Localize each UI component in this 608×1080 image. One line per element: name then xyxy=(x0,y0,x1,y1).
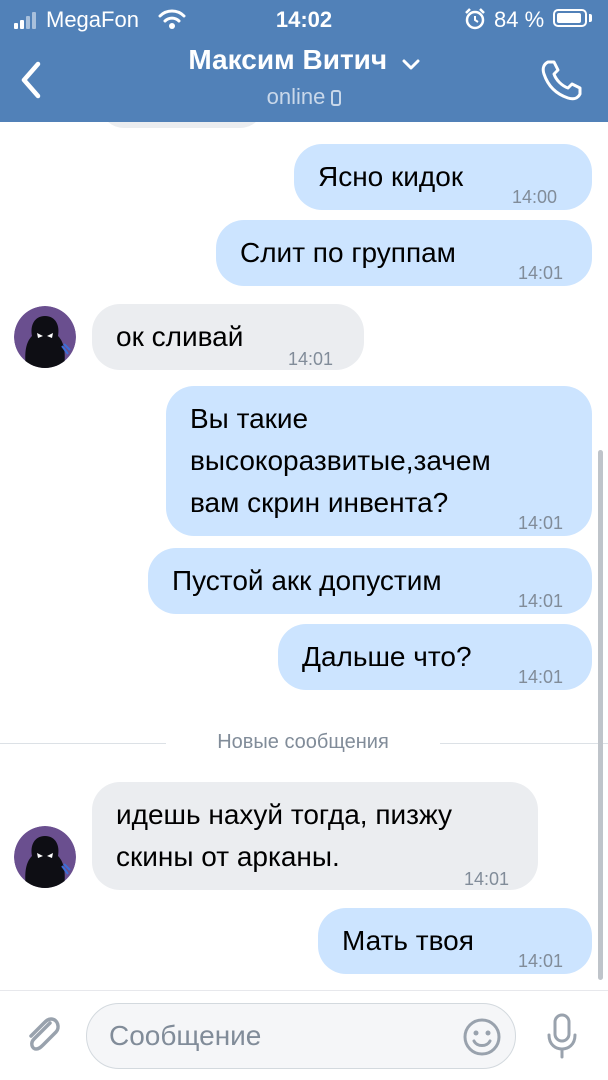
message-input[interactable]: Сообщение xyxy=(86,1003,516,1069)
message-text: Пустой акк допустим xyxy=(172,565,442,596)
alarm-icon xyxy=(465,8,485,30)
battery-percent: 84 % xyxy=(494,7,545,32)
outgoing-message[interactable]: Мать твоя 14:01 xyxy=(318,908,592,974)
message-text: Ясно кидок xyxy=(318,161,464,192)
composer: Сообщение xyxy=(0,990,608,1080)
header: MegaFon 14:02 84 % Максим Витич online xyxy=(0,0,608,122)
phone-icon xyxy=(331,90,342,106)
chevron-down-icon xyxy=(402,59,420,70)
online-status: online xyxy=(0,84,608,110)
outgoing-message[interactable]: Вы такие высокоразвитые,зачем вам скрин … xyxy=(166,386,592,536)
outgoing-message[interactable]: Слит по группам 14:01 xyxy=(216,220,592,286)
message-text: Слит по группам xyxy=(240,237,456,268)
message-time: 14:01 xyxy=(518,263,564,283)
scrollbar[interactable] xyxy=(598,450,603,980)
outgoing-message[interactable]: Пустой акк допустим 14:01 xyxy=(148,548,592,614)
previous-message-partial xyxy=(100,122,264,128)
incoming-message[interactable]: ок сливай 14:01 xyxy=(92,304,364,370)
mic-icon[interactable] xyxy=(546,1013,578,1061)
message-time: 14:00 xyxy=(512,187,558,207)
outgoing-message[interactable]: Дальше что? 14:01 xyxy=(278,624,592,690)
attach-icon[interactable] xyxy=(20,1011,66,1057)
divider-label: Новые сообщения xyxy=(217,731,389,753)
online-label: online xyxy=(266,84,326,109)
divider-line xyxy=(440,743,608,744)
message-placeholder: Сообщение xyxy=(109,1020,262,1051)
new-messages-divider: Новые сообщения xyxy=(0,731,608,753)
avatar[interactable] xyxy=(14,826,76,888)
status-bar: MegaFon 14:02 84 % xyxy=(0,0,608,40)
message-text: Мать твоя xyxy=(342,925,474,956)
avatar-image xyxy=(14,306,76,368)
battery-tip xyxy=(589,14,592,22)
message-time: 14:01 xyxy=(518,951,564,971)
message-time: 14:01 xyxy=(518,667,564,687)
message-list[interactable]: Ясно кидок 14:00 Слит по группам 14:01 о… xyxy=(0,122,608,990)
call-icon[interactable] xyxy=(538,56,586,104)
message-text: идешь нахуй тогда, пизжу скины от арканы… xyxy=(116,799,453,872)
contact-name: Максим Витич xyxy=(188,44,388,75)
message-text: Дальше что? xyxy=(302,641,472,672)
battery-icon xyxy=(553,9,587,27)
message-time: 14:01 xyxy=(518,513,564,533)
incoming-message[interactable]: идешь нахуй тогда, пизжу скины от арканы… xyxy=(92,782,538,890)
message-time: 14:01 xyxy=(518,591,564,611)
contact-title[interactable]: Максим Витич xyxy=(0,44,608,76)
message-text: ок сливай xyxy=(116,321,244,352)
emoji-icon[interactable] xyxy=(462,1017,502,1057)
chat-screen: MegaFon 14:02 84 % Максим Витич online Я… xyxy=(0,0,608,1080)
message-time: 14:01 xyxy=(464,869,510,889)
avatar-image xyxy=(14,826,76,888)
outgoing-message[interactable]: Ясно кидок 14:00 xyxy=(294,144,592,210)
message-time: 14:01 xyxy=(288,349,334,369)
avatar[interactable] xyxy=(14,306,76,368)
divider-line xyxy=(0,743,166,744)
message-text: Вы такие высокоразвитые,зачем вам скрин … xyxy=(190,403,491,518)
